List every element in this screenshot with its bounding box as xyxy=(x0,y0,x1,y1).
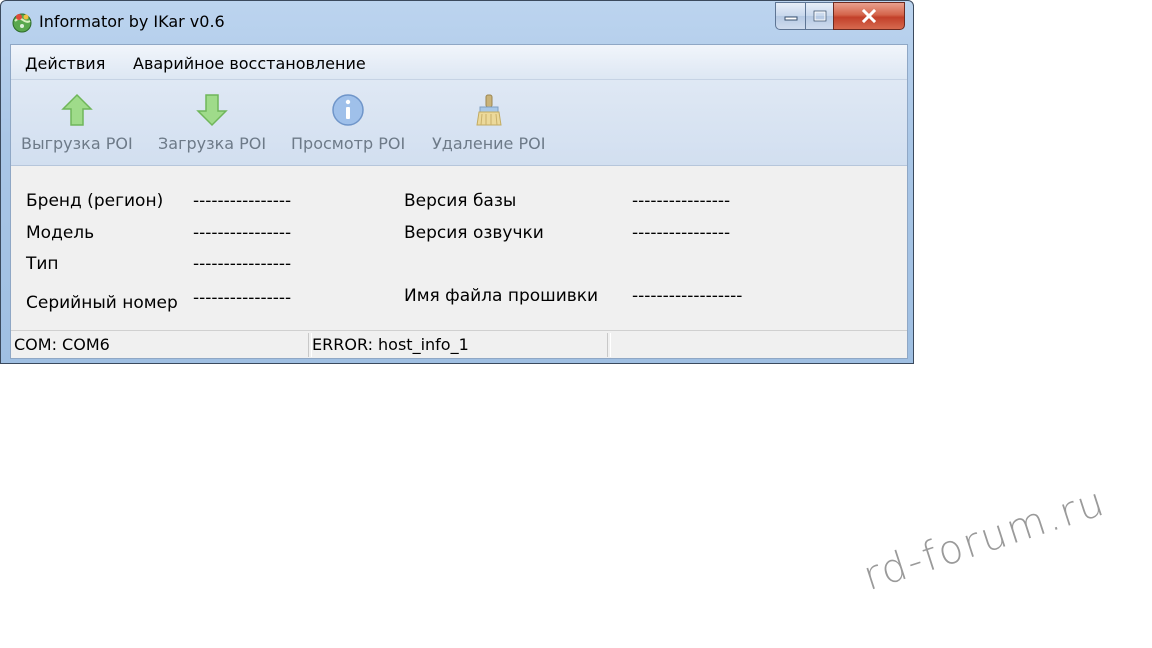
caption-buttons xyxy=(775,2,905,30)
title-bar[interactable]: Informator by IKar v0.6 xyxy=(1,1,913,39)
type-label: Тип xyxy=(26,254,59,274)
toolbar: Выгрузка POI Загрузка POI Просмотр POI У… xyxy=(11,80,907,166)
maximize-button[interactable] xyxy=(805,2,833,30)
model-value: ---------------- xyxy=(193,223,292,243)
maximize-icon xyxy=(813,10,826,22)
status-com: COM: COM6 xyxy=(14,335,110,354)
brand-label: Бренд (регион) xyxy=(26,191,164,211)
serial-label: Серийный номер xyxy=(26,293,178,313)
app-window: Informator by IKar v0.6 Действия Аварийн… xyxy=(0,0,914,364)
status-error: ERROR: host_info_1 xyxy=(312,335,469,354)
client-area: Действия Аварийное восстановление Выгруз… xyxy=(10,44,908,359)
delete-poi-button[interactable]: Удаление POI xyxy=(432,80,545,165)
minimize-icon xyxy=(784,16,797,21)
voice-version-value: ---------------- xyxy=(632,223,731,243)
status-extra xyxy=(610,331,900,358)
export-poi-label: Выгрузка POI xyxy=(21,134,133,153)
export-poi-button[interactable]: Выгрузка POI xyxy=(21,80,133,165)
window-title: Informator by IKar v0.6 xyxy=(39,12,225,31)
view-poi-button[interactable]: Просмотр POI xyxy=(291,80,405,165)
import-poi-label: Загрузка POI xyxy=(158,134,267,153)
serial-value: ---------------- xyxy=(193,288,292,308)
menu-actions-label: ействия xyxy=(37,54,106,73)
brush-icon xyxy=(476,94,502,126)
voice-version-label: Версия озвучки xyxy=(404,223,544,243)
globe-app-icon xyxy=(12,13,32,33)
menu-actions[interactable]: Действия xyxy=(25,54,105,73)
brand-value: ---------------- xyxy=(193,191,292,211)
menu-actions-mnemonic: Д xyxy=(25,54,38,73)
firmware-label: Имя файла прошивки xyxy=(404,286,599,306)
import-poi-button[interactable]: Загрузка POI xyxy=(158,80,266,165)
firmware-value: ------------------ xyxy=(632,286,743,306)
type-value: ---------------- xyxy=(193,254,292,274)
info-icon xyxy=(332,94,364,126)
view-poi-label: Просмотр POI xyxy=(291,134,406,153)
arrow-down-icon xyxy=(196,94,228,127)
status-bar: COM: COM6 ERROR: host_info_1 xyxy=(11,330,907,358)
db-version-label: Версия базы xyxy=(404,191,517,211)
model-label: Модель xyxy=(26,223,95,243)
device-info-panel: Бренд (регион) ---------------- Модель -… xyxy=(11,166,907,331)
db-version-value: ---------------- xyxy=(632,191,731,211)
close-button[interactable] xyxy=(833,2,905,30)
watermark: rd-forum.ru xyxy=(857,478,1112,600)
arrow-up-icon xyxy=(61,93,93,126)
menu-emergency-recovery[interactable]: Аварийное восстановление xyxy=(133,54,366,73)
minimize-button[interactable] xyxy=(775,2,805,30)
delete-poi-label: Удаление POI xyxy=(432,134,546,153)
menu-bar: Действия Аварийное восстановление xyxy=(11,45,907,80)
close-icon xyxy=(861,9,877,23)
